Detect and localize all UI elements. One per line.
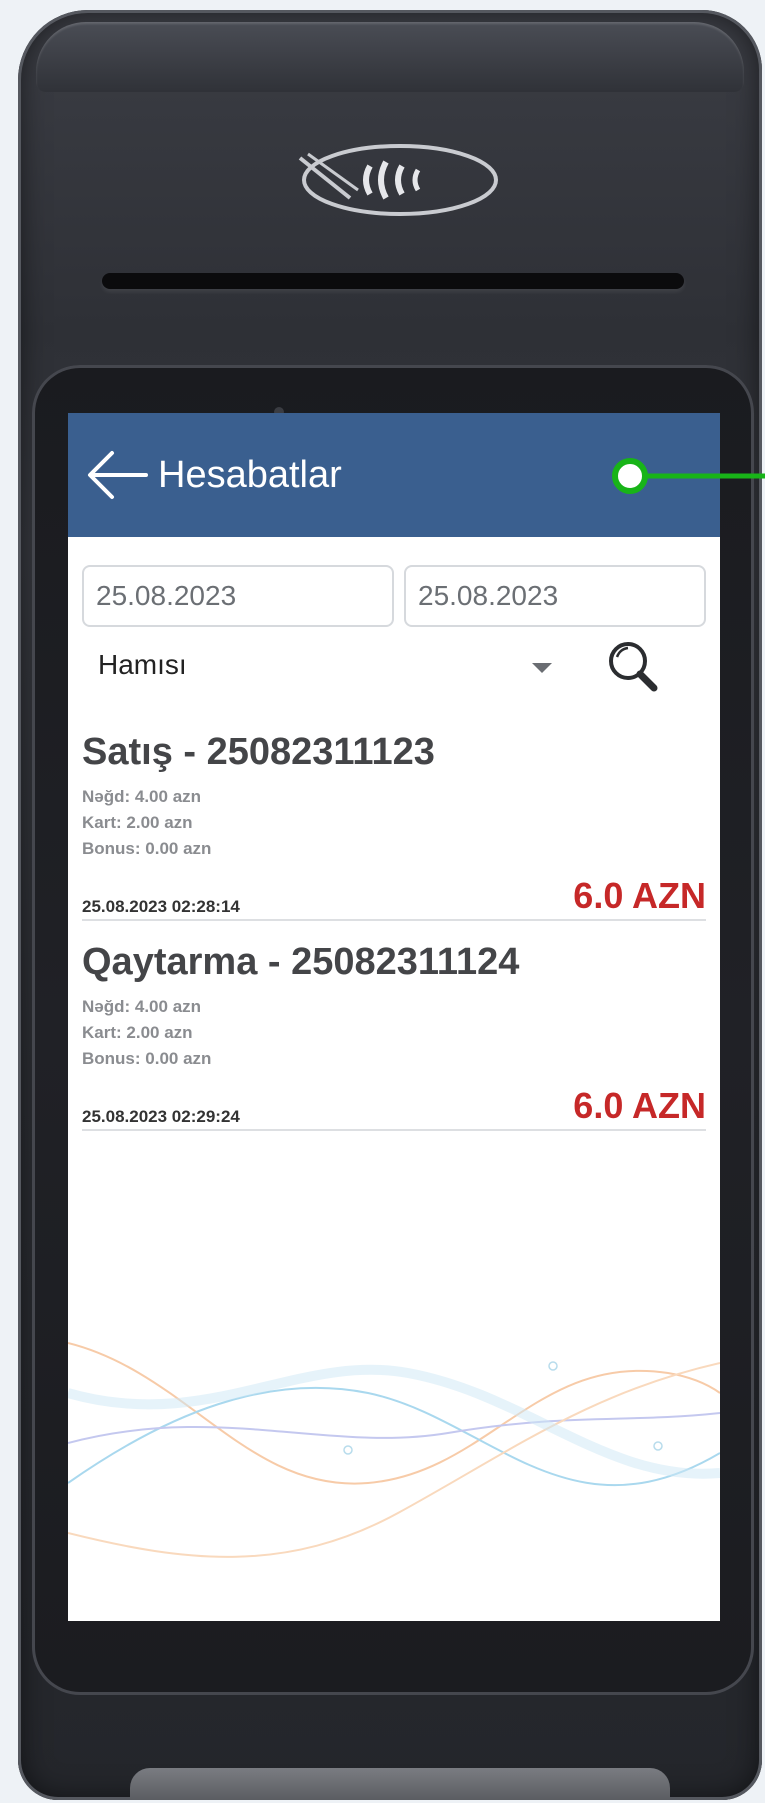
transaction-card: Kart: 2.00 azn bbox=[82, 1023, 193, 1042]
search-icon[interactable] bbox=[604, 637, 664, 697]
transaction-item[interactable]: Satış - 25082311123 Nəğd: 4.00 azn Kart:… bbox=[82, 717, 706, 921]
transaction-title: Satış - 25082311123 bbox=[82, 731, 435, 773]
contactless-icon bbox=[298, 144, 498, 216]
transaction-bonus: Bonus: 0.00 azn bbox=[82, 839, 212, 858]
transaction-datetime: 25.08.2023 02:28:14 bbox=[82, 897, 240, 916]
transaction-cash: Nəğd: 4.00 azn bbox=[82, 997, 202, 1016]
type-filter-value: Hamısı bbox=[98, 649, 187, 680]
app-screen: Hesabatlar 25.08.2023 25.08.2023 Hamısı … bbox=[68, 413, 720, 1621]
callout-pointer bbox=[612, 458, 765, 494]
back-arrow-icon[interactable] bbox=[82, 449, 152, 501]
date-to-field[interactable]: 25.08.2023 bbox=[404, 565, 706, 627]
transaction-amount: 6.0 AZN bbox=[573, 1085, 706, 1126]
transaction-cash: Nəğd: 4.00 azn bbox=[82, 787, 202, 806]
chevron-down-icon bbox=[532, 663, 552, 673]
decorative-waves bbox=[68, 1342, 720, 1558]
transaction-item[interactable]: Qaytarma - 25082311124 Nəğd: 4.00 azn Ka… bbox=[82, 927, 706, 1131]
transaction-card: Kart: 2.00 azn bbox=[82, 813, 193, 832]
device-top-ridge bbox=[36, 22, 744, 92]
device-bottom-bar bbox=[130, 1768, 670, 1800]
page-title: Hesabatlar bbox=[158, 454, 342, 496]
date-from-field[interactable]: 25.08.2023 bbox=[82, 565, 394, 627]
transaction-title: Qaytarma - 25082311124 bbox=[82, 941, 520, 983]
type-filter-dropdown[interactable]: Hamısı bbox=[82, 637, 612, 695]
transaction-bonus: Bonus: 0.00 azn bbox=[82, 1049, 212, 1068]
transaction-amount: 6.0 AZN bbox=[573, 875, 706, 916]
transaction-datetime: 25.08.2023 02:29:24 bbox=[82, 1107, 240, 1126]
receipt-printer-slot bbox=[102, 273, 684, 289]
